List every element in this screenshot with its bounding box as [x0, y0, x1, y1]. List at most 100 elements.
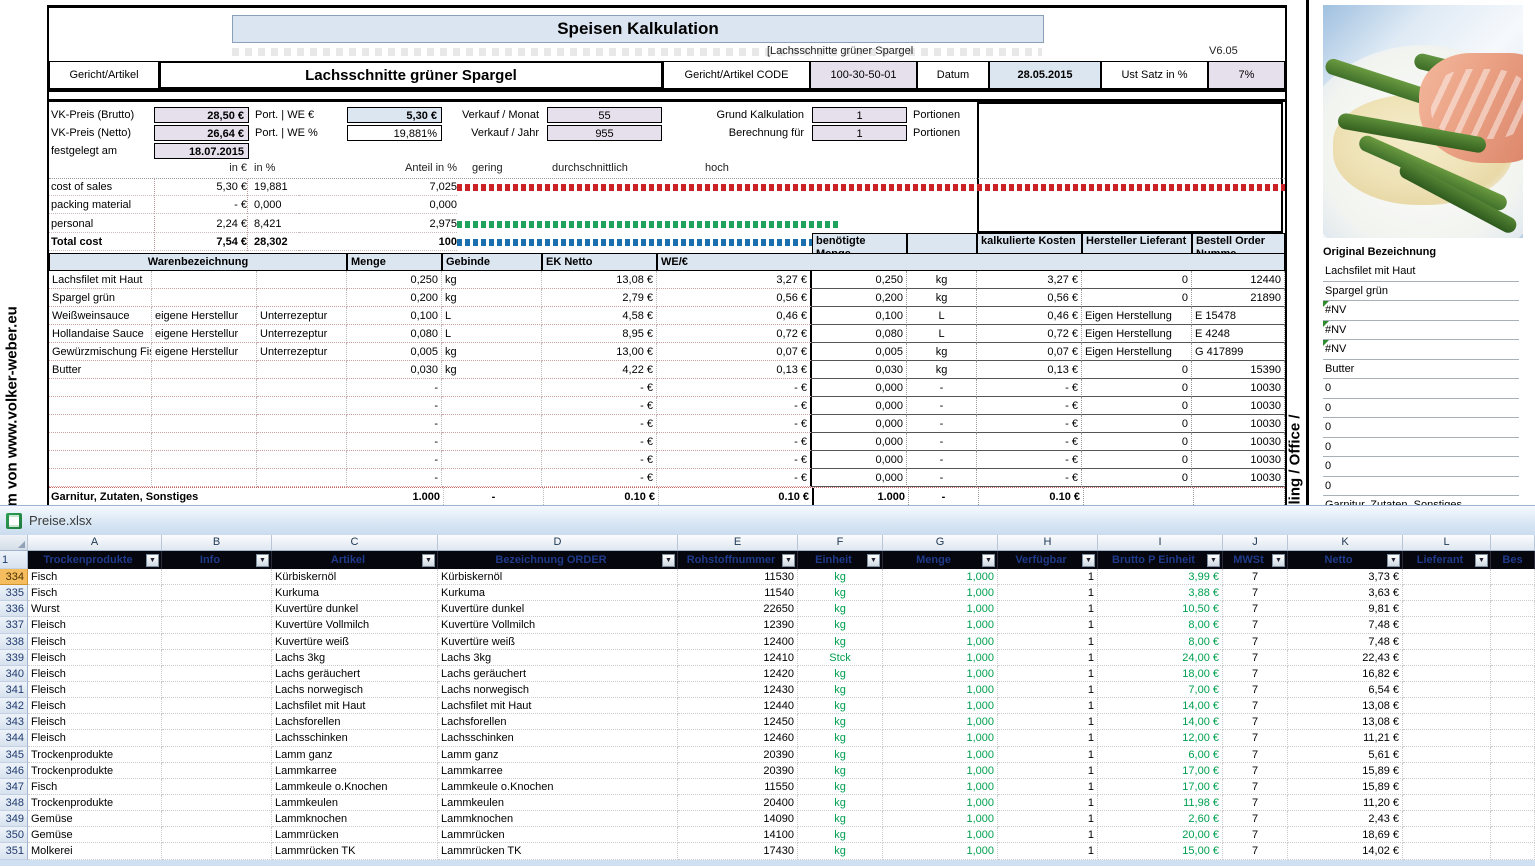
cell-bezeichnung[interactable]: Lamm ganz: [438, 747, 678, 763]
cell-rohstoffnummer[interactable]: 12450: [678, 714, 798, 730]
ingredient-we-cell[interactable]: - €: [657, 397, 812, 415]
cell-rohstoffnummer[interactable]: 20390: [678, 747, 798, 763]
cell-verfuegbar[interactable]: 1: [998, 601, 1098, 617]
column-letter[interactable]: L: [1403, 535, 1491, 550]
cell-bes[interactable]: [1491, 779, 1535, 795]
ingredient-note2-cell[interactable]: [257, 397, 347, 415]
ingredient-note2-cell[interactable]: Unterrezeptur: [257, 325, 347, 343]
column-letter[interactable]: K: [1288, 535, 1403, 550]
dish-code-value[interactable]: 100-30-50-01: [810, 61, 917, 89]
ingredient-bmenge-cell[interactable]: 0,000: [812, 451, 907, 469]
cell-artikel[interactable]: Kuvertüre Vollmilch: [272, 617, 438, 633]
ingredient-unit-cell[interactable]: -: [907, 451, 977, 469]
cell-kategorie[interactable]: Fleisch: [28, 634, 162, 650]
ingredient-menge-cell[interactable]: -: [347, 379, 442, 397]
ingredient-menge-cell[interactable]: 0,030: [347, 361, 442, 379]
ingredient-we-cell[interactable]: - €: [657, 415, 812, 433]
ingredient-hersteller-cell[interactable]: 0: [1082, 451, 1192, 469]
original-bezeichnung-item[interactable]: #NV: [1323, 340, 1519, 360]
original-bezeichnung-item[interactable]: #NV: [1323, 301, 1519, 321]
ingredient-bestell-cell[interactable]: E 15478: [1192, 307, 1285, 325]
original-bezeichnung-item[interactable]: 0: [1323, 477, 1519, 497]
ingredient-unit-cell[interactable]: kg: [907, 343, 977, 361]
cell-info[interactable]: [162, 763, 272, 779]
cell-kategorie[interactable]: Fleisch: [28, 682, 162, 698]
cell-info[interactable]: [162, 795, 272, 811]
cell-lieferant[interactable]: [1403, 698, 1491, 714]
ingredient-gebinde-cell[interactable]: kg: [442, 343, 542, 361]
ingredient-note2-cell[interactable]: Unterrezeptur: [257, 307, 347, 325]
cell-verfuegbar[interactable]: 1: [998, 763, 1098, 779]
ingredient-bestell-cell[interactable]: 10030: [1192, 415, 1285, 433]
ingredient-name-cell[interactable]: [49, 469, 152, 487]
cell-info[interactable]: [162, 601, 272, 617]
ingredient-ek-cell[interactable]: - €: [542, 451, 657, 469]
ingredient-unit-cell[interactable]: kg: [907, 289, 977, 307]
ingredient-bmenge-cell[interactable]: 0,100: [812, 307, 907, 325]
cell-mwst[interactable]: 7: [1223, 779, 1288, 795]
cell-bezeichnung[interactable]: Lachsfilet mit Haut: [438, 698, 678, 714]
cell-bezeichnung[interactable]: Kuvertüre weiß: [438, 634, 678, 650]
cell-lieferant[interactable]: [1403, 682, 1491, 698]
cell-artikel[interactable]: Lammrücken: [272, 827, 438, 843]
cell-bes[interactable]: [1491, 795, 1535, 811]
ingredient-kosten-cell[interactable]: 0,07 €: [977, 343, 1082, 361]
ingredient-menge-cell[interactable]: -: [347, 415, 442, 433]
filter-dropdown-icon[interactable]: ▼: [982, 554, 995, 567]
cell-netto[interactable]: 5,61 €: [1288, 747, 1403, 763]
cell-brutto[interactable]: 8,00 €: [1098, 617, 1223, 633]
ingredient-name-cell[interactable]: [49, 451, 152, 469]
cell-rohstoffnummer[interactable]: 14090: [678, 811, 798, 827]
cell-einheit[interactable]: kg: [798, 634, 883, 650]
ingredient-name-cell[interactable]: Lachsfilet mit Haut: [49, 271, 152, 289]
ingredient-note2-cell[interactable]: [257, 469, 347, 487]
ingredient-gebinde-cell[interactable]: [442, 379, 542, 397]
filter-dropdown-icon[interactable]: ▼: [422, 554, 435, 567]
cost-row-pct[interactable]: 19,881: [247, 179, 299, 196]
ingredient-ek-cell[interactable]: - €: [542, 469, 657, 487]
cell-mwst[interactable]: 7: [1223, 601, 1288, 617]
ingredient-note2-cell[interactable]: [257, 361, 347, 379]
cell-menge[interactable]: 1,000: [883, 569, 998, 585]
cell-artikel[interactable]: Kürbiskernöl: [272, 569, 438, 585]
cell-info[interactable]: [162, 617, 272, 633]
original-bezeichnung-item[interactable]: Spargel grün: [1323, 282, 1519, 302]
cell-verfuegbar[interactable]: 1: [998, 634, 1098, 650]
cell-info[interactable]: [162, 747, 272, 763]
cell-rohstoffnummer[interactable]: 12410: [678, 650, 798, 666]
cell-verfuegbar[interactable]: 1: [998, 585, 1098, 601]
ingredient-bmenge-cell[interactable]: 0,200: [812, 289, 907, 307]
cell-netto[interactable]: 6,54 €: [1288, 682, 1403, 698]
cell-einheit[interactable]: kg: [798, 585, 883, 601]
filter-dropdown-icon[interactable]: ▼: [256, 554, 269, 567]
garnitur-ek-cell[interactable]: 0.10 €: [544, 488, 659, 506]
cell-menge[interactable]: 1,000: [883, 666, 998, 682]
cell-rohstoffnummer[interactable]: 20390: [678, 763, 798, 779]
cell-brutto[interactable]: 14,00 €: [1098, 698, 1223, 714]
ingredient-we-cell[interactable]: - €: [657, 433, 812, 451]
cell-kategorie[interactable]: Fleisch: [28, 714, 162, 730]
cell-menge[interactable]: 1,000: [883, 763, 998, 779]
cell-kategorie[interactable]: Fisch: [28, 569, 162, 585]
column-letter[interactable]: F: [798, 535, 883, 550]
garnitur-kosten-cell[interactable]: 0.10 €: [979, 488, 1084, 506]
festgelegt-value[interactable]: 18.07.2015: [154, 143, 249, 159]
cell-artikel[interactable]: Lachsforellen: [272, 714, 438, 730]
cell-rohstoffnummer[interactable]: 20400: [678, 795, 798, 811]
ingredient-note1-cell[interactable]: [152, 271, 257, 289]
ingredient-kosten-cell[interactable]: 0,13 €: [977, 361, 1082, 379]
cell-rohstoffnummer[interactable]: 12400: [678, 634, 798, 650]
cell-netto[interactable]: 13,08 €: [1288, 698, 1403, 714]
cell-bezeichnung[interactable]: Lachs geräuchert: [438, 666, 678, 682]
cell-mwst[interactable]: 7: [1223, 747, 1288, 763]
ingredient-note2-cell[interactable]: [257, 271, 347, 289]
column-letter[interactable]: J: [1223, 535, 1288, 550]
garnitur-we-cell[interactable]: 0.10 €: [659, 488, 814, 506]
cell-einheit[interactable]: kg: [798, 698, 883, 714]
cell-menge[interactable]: 1,000: [883, 617, 998, 633]
cell-artikel[interactable]: Lammrücken TK: [272, 843, 438, 859]
row-number[interactable]: 348: [0, 795, 28, 811]
cell-rohstoffnummer[interactable]: 17430: [678, 843, 798, 859]
ingredient-bmenge-cell[interactable]: 0,080: [812, 325, 907, 343]
ingredient-menge-cell[interactable]: 0,080: [347, 325, 442, 343]
